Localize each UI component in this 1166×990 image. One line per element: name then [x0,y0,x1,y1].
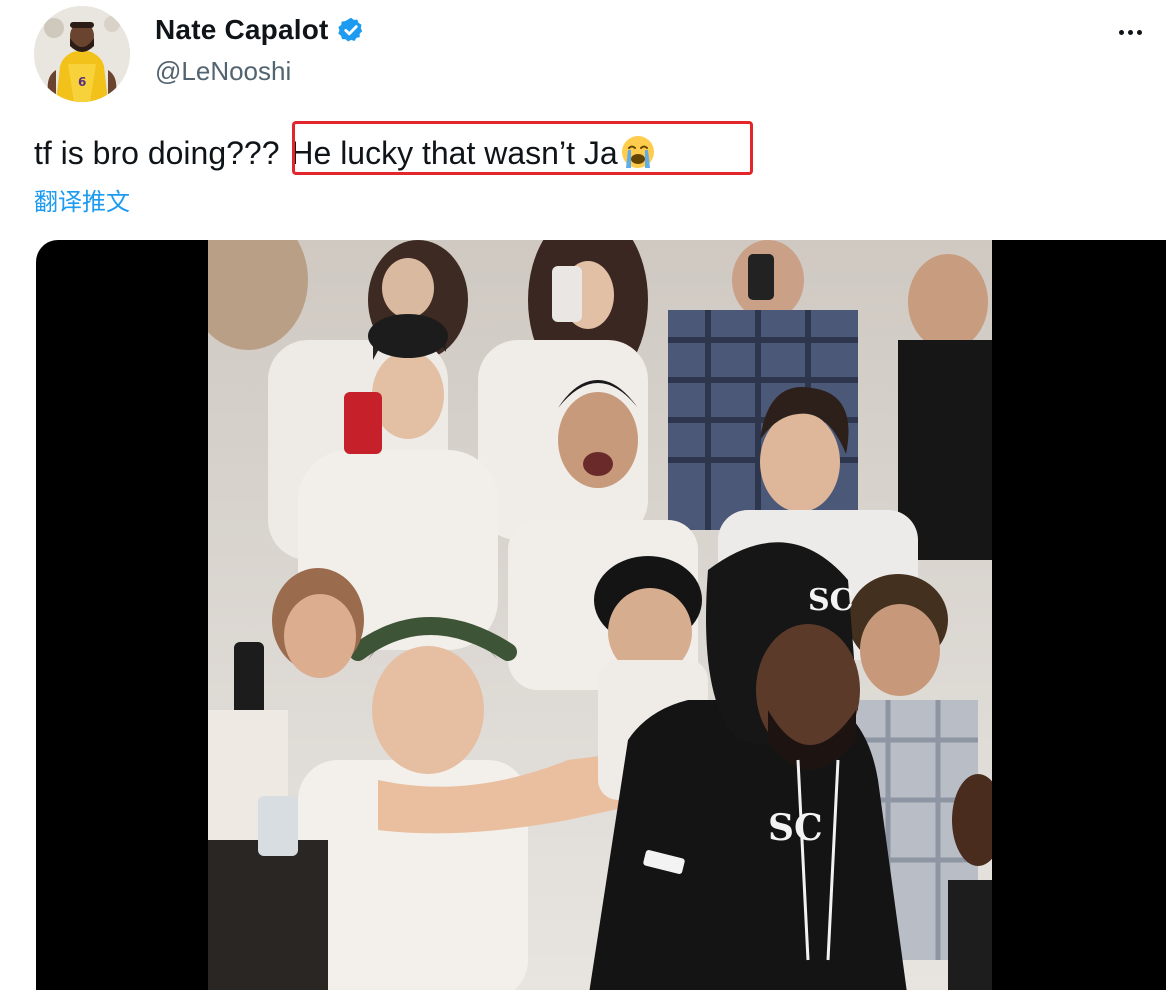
more-options-icon[interactable] [1112,18,1148,46]
tweet-card: 6 Nate Capalot @LeNooshi tf is bro doing… [0,0,1166,990]
svg-text:SC: SC [768,807,823,849]
crowd-photo-illustration: SC SC [208,240,992,990]
svg-text:SC: SC [808,583,854,618]
player-avatar-icon: 6 [34,6,130,102]
tweet-text-prefix: tf is bro doing??? [34,135,280,171]
svg-text:6: 6 [78,75,86,89]
verified-badge-icon [337,16,365,44]
author-avatar[interactable]: 6 [34,6,130,102]
author-display-name[interactable]: Nate Capalot [155,14,329,46]
highlight-annotation-box [292,121,753,175]
author-name-row: Nate Capalot [155,14,365,46]
author-handle[interactable]: @LeNooshi [155,56,291,87]
tweet-media[interactable]: SC SC [36,240,1166,990]
translate-tweet-link[interactable]: 翻译推文 [34,182,130,217]
crowd-photo[interactable]: SC SC [208,240,992,990]
